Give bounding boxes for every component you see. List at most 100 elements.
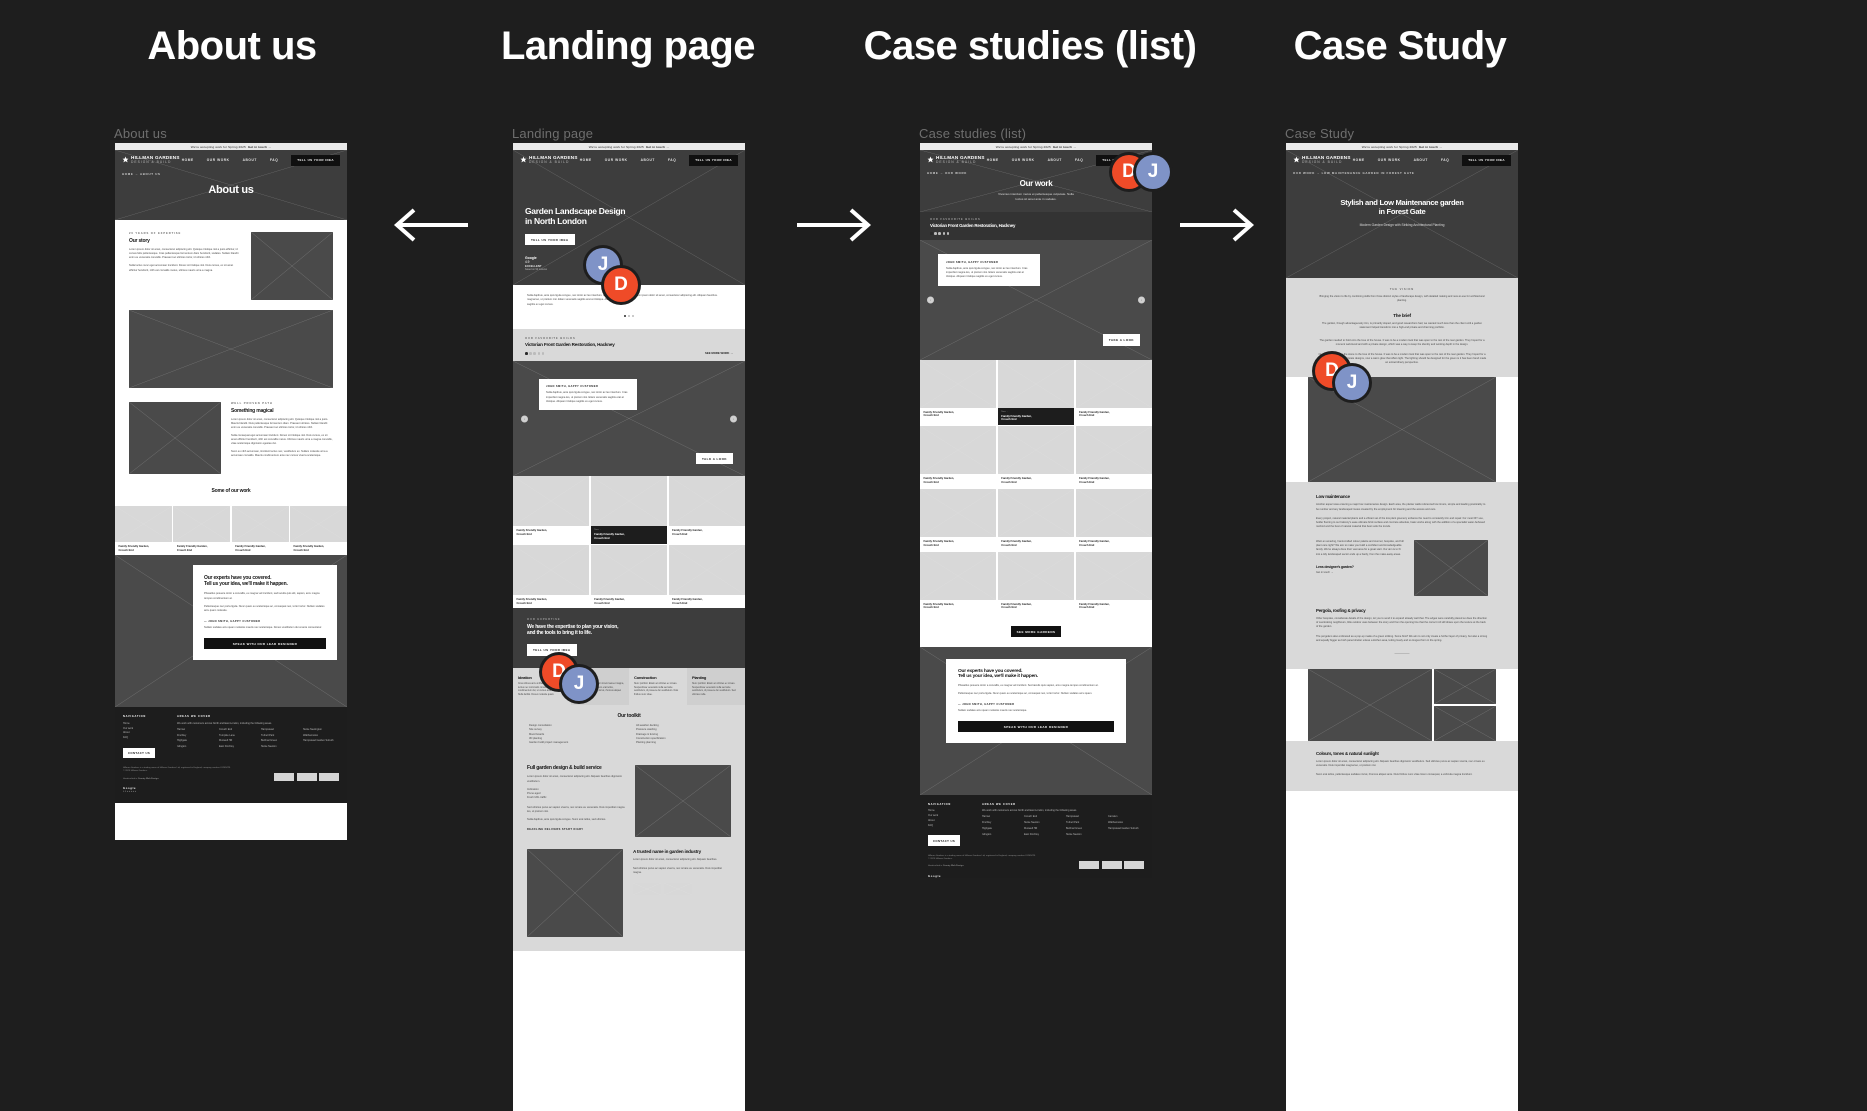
case-list-grid[interactable]: Family Friendly Garden, Crouch End New → F… — [920, 359, 1152, 613]
footer-area[interactable]: East Finchley — [219, 745, 255, 748]
nav-cta-button[interactable]: TELL US YOUR IDEA — [689, 154, 738, 166]
footer-area[interactable]: Finchley — [177, 734, 213, 737]
footer-area[interactable]: Highgate — [982, 827, 1018, 830]
footer-area[interactable]: Crouch End — [1024, 815, 1060, 818]
nav-item-faq[interactable]: FAQ — [668, 158, 676, 162]
brand-logo[interactable]: HILLMAN GARDENS DESIGN & BUILD — [520, 155, 578, 164]
nav-item-home[interactable]: HOME — [1353, 158, 1365, 162]
mock-case-studies-list[interactable]: We're accepting work for Spring 2025 Get… — [920, 143, 1152, 878]
footer-area[interactable]: Walthamstow — [303, 734, 339, 737]
footer-contact-button[interactable]: CONTACT US — [123, 747, 156, 759]
nav-item-faq[interactable]: FAQ — [1441, 158, 1449, 162]
nav-item-our-work[interactable]: OUR WORK — [207, 158, 230, 162]
footer-area[interactable]: Stoke Newton — [261, 745, 297, 748]
announcement-bar[interactable]: We're accepting work for Spring 2025 Get… — [115, 143, 347, 150]
footer-area[interactable]: Bethnal Green — [261, 739, 297, 742]
featured-carousel-image[interactable]: ‹ › JOHN SMITH, HAPPY CUSTOMER Nulla dap… — [513, 361, 745, 477]
work-card[interactable]: Family Friendly Garden, Crouch End — [590, 545, 668, 608]
carousel-dots[interactable] — [525, 352, 545, 355]
case-card[interactable]: Family Friendly Garden, Crouch End — [1075, 488, 1152, 550]
collab-avatar-j[interactable]: J — [562, 667, 596, 701]
footer-link[interactable]: Home — [928, 809, 970, 812]
announcement-cta[interactable]: Get in touch → — [1053, 145, 1076, 149]
case-card[interactable]: Family Friendly Garden, Crouch End — [920, 488, 997, 550]
nav-item-home[interactable]: HOME — [987, 158, 999, 162]
about-work-grid[interactable]: Family Friendly Garden, Crouch End Family… — [115, 506, 347, 555]
announcement-bar[interactable]: We're accepting work for Spring 2025 Get… — [920, 143, 1152, 150]
footer-area[interactable]: Hampstead Garden Suburb — [303, 739, 339, 742]
carousel-prev-icon[interactable]: ‹ — [521, 415, 528, 423]
brand-logo[interactable]: HILLMAN GARDENS DESIGN & BUILD — [122, 155, 180, 164]
work-card[interactable]: Family Friendly Garden, Crouch End — [290, 506, 347, 555]
site-nav[interactable]: HILLMAN GARDENS DESIGN & BUILD HOME OUR … — [1286, 152, 1518, 168]
service-cta[interactable]: DEADLINE DELIVERS START DIARY — [527, 828, 625, 831]
footer-area[interactable]: Islington — [177, 745, 213, 748]
mock-case-study[interactable]: We're accepting work for Spring 2025 Get… — [1286, 143, 1518, 1111]
announcement-bar[interactable]: We're accepting work for Spring 2025 Get… — [1286, 143, 1518, 150]
carousel-prev-icon[interactable]: ‹ — [927, 296, 934, 304]
announcement-bar[interactable]: We're accepting work for Spring 2025 Get… — [513, 143, 745, 150]
footer-link[interactable]: About — [928, 819, 970, 822]
brand-logo[interactable]: HILLMAN GARDENS DESIGN & BUILD — [927, 155, 985, 164]
footer-area[interactable]: Stoke Newton — [1024, 821, 1060, 824]
case-card[interactable]: Family Friendly Garden, Crouch End — [997, 488, 1075, 550]
case-card[interactable]: Family Friendly Garden, Crouch End — [1075, 359, 1152, 425]
footer-area[interactable]: Highgate — [177, 739, 213, 742]
collab-avatar-j[interactable]: J — [1335, 366, 1369, 400]
case-card[interactable]: Family Friendly Garden, Crouch End — [1075, 551, 1152, 613]
site-nav[interactable]: HILLMAN GARDENS DESIGN & BUILD HOME OUR … — [513, 152, 745, 168]
footer-area[interactable] — [303, 745, 339, 748]
case-card[interactable]: Family Friendly Garden, Crouch End — [1075, 426, 1152, 487]
case-card[interactable]: New → Family Friendly Garden, Crouch End — [997, 359, 1075, 425]
footer-area[interactable]: Camden — [1108, 815, 1144, 818]
featured-carousel-image[interactable]: ‹ › JOHN SMITH, HAPPY CUSTOMER Nulla dap… — [920, 239, 1152, 360]
footer-area[interactable]: Muswell Hill — [219, 739, 255, 742]
collab-avatar-d[interactable]: D — [604, 268, 638, 302]
announcement-cta[interactable]: Get in touch → — [248, 145, 271, 149]
case-card[interactable]: Family Friendly Garden, Crouch End — [920, 426, 997, 487]
footer-link[interactable]: Home — [123, 722, 165, 725]
site-nav[interactable]: HILLMAN GARDENS DESIGN & BUILD HOME OUR … — [115, 152, 347, 168]
nav-item-faq[interactable]: FAQ — [1075, 158, 1083, 162]
nav-cta-button[interactable]: TELL US YOUR IDEA — [291, 154, 340, 166]
footer-contact-button[interactable]: CONTACT US — [928, 835, 961, 846]
footer-link[interactable]: About — [123, 731, 165, 734]
footer-area[interactable]: Turnpike Lane — [219, 734, 255, 737]
carousel-dots[interactable] — [527, 314, 731, 318]
footer-area[interactable]: East Finchley — [1024, 833, 1060, 836]
footer-area[interactable]: Tufnell Park — [1066, 821, 1102, 824]
nav-item-about[interactable]: ABOUT — [1414, 158, 1428, 162]
collab-avatar-j[interactable]: J — [1136, 155, 1170, 189]
footer-area[interactable]: Muswell Hill — [1024, 827, 1060, 830]
announcement-cta[interactable]: Get in touch → — [1419, 145, 1442, 149]
footer-area[interactable]: Islington — [982, 833, 1018, 836]
footer-area[interactable]: Stoke Newington — [303, 728, 339, 731]
footer-link[interactable]: Our work — [928, 814, 970, 817]
footer-area[interactable]: Bethnal Green — [1066, 827, 1102, 830]
take-a-look-button[interactable]: TALK A LOOK — [695, 453, 733, 465]
landing-work-grid[interactable]: Family Friendly Garden, Crouch End New → F… — [513, 476, 745, 608]
case-card[interactable]: Family Friendly Garden, Crouch End — [920, 551, 997, 613]
work-card[interactable]: Family Friendly Garden, Crouch End — [668, 545, 745, 608]
footer-area[interactable]: Hampstead — [261, 728, 297, 731]
footer-area[interactable]: Harrow — [982, 815, 1018, 818]
carousel-dots[interactable] — [930, 232, 1142, 235]
nav-links[interactable]: HOME OUR WORK ABOUT FAQ — [987, 158, 1084, 162]
breadcrumb[interactable]: OUR WORK → LOW MAINTENANCE GARDEN IN FOR… — [1286, 171, 1518, 175]
case-card[interactable]: Family Friendly Garden, Crouch End — [997, 551, 1075, 613]
footer-area[interactable]: Finchley — [982, 821, 1018, 824]
brand-logo[interactable]: HILLMAN GARDENS DESIGN & BUILD — [1293, 155, 1351, 164]
nav-item-home[interactable]: HOME — [182, 158, 194, 162]
work-card[interactable]: Family Friendly Garden, Crouch End — [513, 545, 590, 608]
work-card[interactable]: Family Friendly Garden, Crouch End — [668, 476, 745, 543]
carousel-next-icon[interactable]: › — [1138, 296, 1145, 304]
case-card[interactable]: Family Friendly Garden, Crouch End — [997, 426, 1075, 487]
footer-area[interactable]: Hampstead — [1066, 815, 1102, 818]
take-a-look-button[interactable]: TAKE A LOOK — [1102, 334, 1140, 346]
nav-item-home[interactable]: HOME — [580, 158, 592, 162]
footer-area[interactable]: Stoke Newton — [1066, 833, 1102, 836]
see-more-gardens-button[interactable]: SEE MORE GARDENS — [1010, 626, 1062, 638]
footer-link[interactable]: Our work — [123, 727, 165, 730]
nav-item-about[interactable]: ABOUT — [1048, 158, 1062, 162]
footer-area[interactable]: Harrow — [177, 728, 213, 731]
